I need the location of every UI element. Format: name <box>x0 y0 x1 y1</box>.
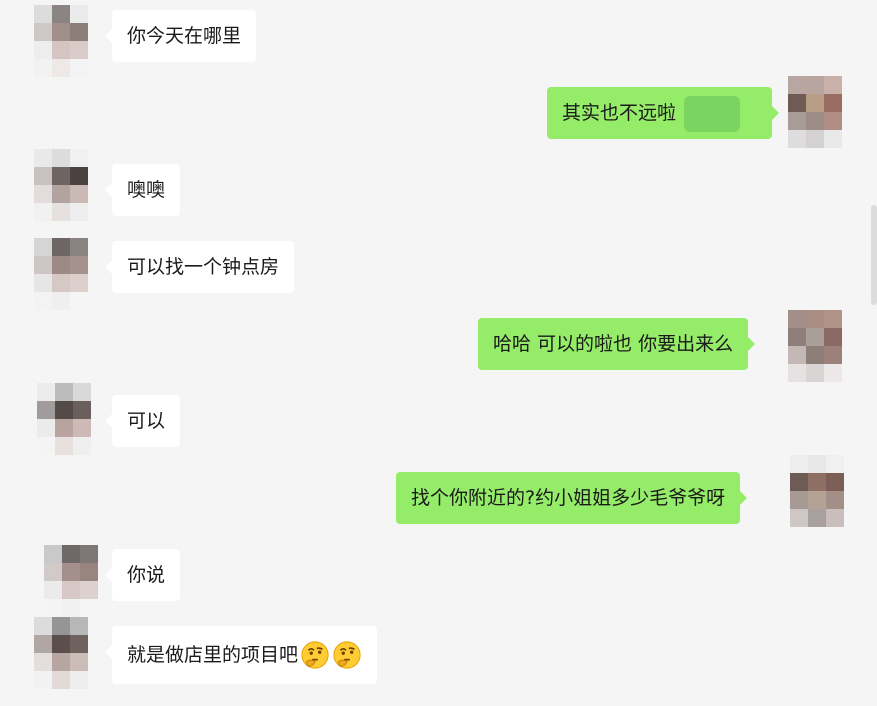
message-bubble: 可以 <box>104 395 181 447</box>
avatar[interactable] <box>34 238 88 310</box>
message-bubble: 你说 <box>104 549 181 601</box>
message-text: 你说 <box>127 564 166 586</box>
message-bubble: 找个你附近的?约小姐姐多少毛爷爷呀 <box>396 472 748 524</box>
message-text: 其实也不远啦 <box>562 102 677 124</box>
avatar[interactable] <box>790 455 844 527</box>
avatar[interactable] <box>44 545 98 617</box>
scrollbar[interactable] <box>871 205 877 305</box>
message-text: 找个你附近的?约小姐姐多少毛爷爷呀 <box>411 487 726 509</box>
avatar[interactable] <box>37 383 91 455</box>
thinking-face-emoji-icon <box>301 640 329 669</box>
message-bubble: 噢噢 <box>104 164 181 216</box>
message-text: 可以找一个钟点房 <box>127 256 280 278</box>
blurred-content <box>684 95 741 132</box>
message-text: 哈哈 可以的啦也 你要出来么 <box>493 333 734 355</box>
avatar[interactable] <box>788 76 842 148</box>
message-text: 噢噢 <box>127 179 166 201</box>
message-bubble: 可以找一个钟点房 <box>104 241 295 293</box>
chat-window: 你今天在哪里 其实也不远啦 噢噢 可以找一个钟点房 哈哈 可以的啦也 你要出来么… <box>0 0 877 706</box>
message-bubble: 哈哈 可以的啦也 你要出来么 <box>478 318 756 370</box>
message-text: 可以 <box>127 410 166 432</box>
avatar[interactable] <box>34 5 88 77</box>
avatar[interactable] <box>788 310 842 382</box>
message-bubble: 你今天在哪里 <box>104 10 257 62</box>
avatar[interactable] <box>34 149 88 221</box>
thinking-face-emoji-icon <box>333 640 361 669</box>
message-bubble: 其实也不远啦 <box>547 87 779 139</box>
message-text: 就是做店里的项目吧 <box>127 644 299 666</box>
avatar[interactable] <box>34 617 88 689</box>
message-text: 你今天在哪里 <box>127 25 242 47</box>
message-bubble: 就是做店里的项目吧 <box>104 626 378 684</box>
